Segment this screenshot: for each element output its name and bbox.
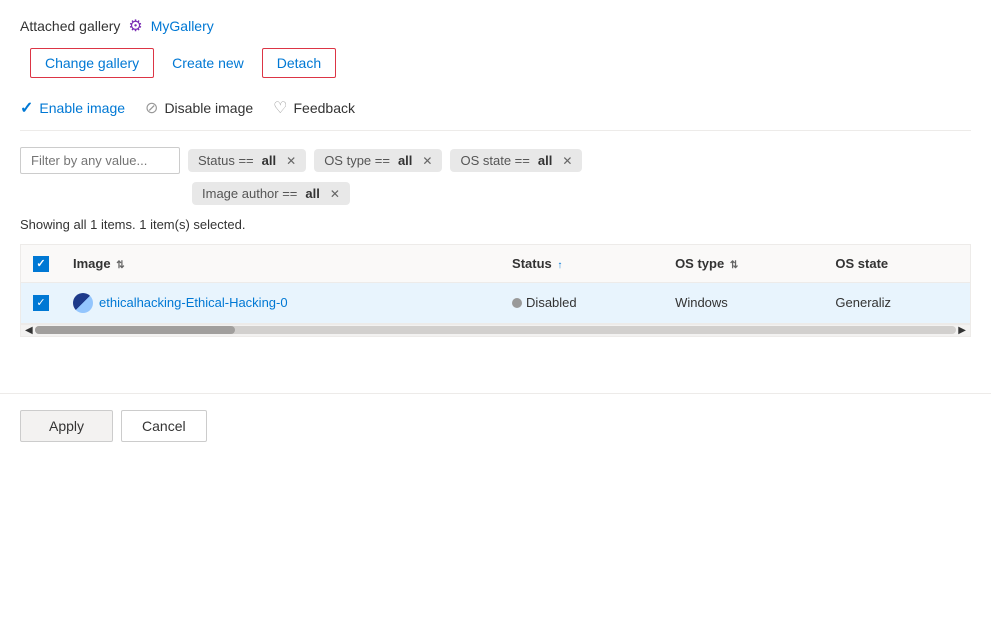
filter-chip-osstate: OS state == all ✕ xyxy=(450,149,582,172)
scrollbar-track[interactable] xyxy=(35,326,957,334)
feedback-label: Feedback xyxy=(294,100,355,116)
chip-status-key: Status == xyxy=(198,153,254,168)
image-link[interactable]: ethicalhacking-Ethical-Hacking-0 xyxy=(73,293,488,313)
row-osstate-value: Generaliz xyxy=(835,295,891,310)
filter-row: Status == all ✕ OS type == all ✕ OS stat… xyxy=(20,147,971,174)
action-buttons-row: Change gallery Create new Detach xyxy=(30,48,971,78)
feedback-button[interactable]: ♡ Feedback xyxy=(273,98,355,118)
apply-button[interactable]: Apply xyxy=(20,410,113,442)
row-checkbox[interactable]: ✓ xyxy=(33,295,49,311)
filter-chip-status: Status == all ✕ xyxy=(188,149,306,172)
image-table: ✓ Image ⇅ Status ↑ OS type ⇅ xyxy=(21,245,970,324)
enable-image-label: Enable image xyxy=(39,100,125,116)
row-osstate-cell: Generaliz xyxy=(823,282,970,323)
table-col-ostype: OS type ⇅ xyxy=(663,245,823,282)
change-gallery-button[interactable]: Change gallery xyxy=(30,48,154,78)
row-image-cell: ethicalhacking-Ethical-Hacking-0 xyxy=(61,282,500,323)
col-image-sort-icon[interactable]: ⇅ xyxy=(116,260,124,271)
gallery-gear-icon: ⚙ xyxy=(128,16,142,36)
disable-image-label: Disable image xyxy=(164,100,253,116)
cancel-button[interactable]: Cancel xyxy=(121,410,207,442)
status-cell: Disabled xyxy=(512,295,651,310)
status-dot-icon xyxy=(512,298,522,308)
chip-ostype-val: all xyxy=(398,153,412,168)
scroll-right-arrow[interactable]: ▶ xyxy=(956,325,968,336)
filter-row-2: Image author == all ✕ xyxy=(192,182,971,205)
chip-status-val: all xyxy=(262,153,276,168)
col-status-sort-icon[interactable]: ↑ xyxy=(557,260,562,271)
table-header-checkbox[interactable]: ✓ xyxy=(21,245,61,282)
col-osstate-label: OS state xyxy=(835,256,888,271)
col-image-label: Image xyxy=(73,256,111,271)
scrollbar-thumb[interactable] xyxy=(35,326,235,334)
table-col-status: Status ↑ xyxy=(500,245,663,282)
scroll-left-arrow[interactable]: ◀ xyxy=(23,325,35,336)
attached-gallery-label: Attached gallery xyxy=(20,18,120,34)
image-name: ethicalhacking-Ethical-Hacking-0 xyxy=(99,295,288,310)
horizontal-scrollbar[interactable]: ◀ ▶ xyxy=(21,324,970,336)
table-col-osstate: OS state xyxy=(823,245,970,282)
filter-chip-ostype: OS type == all ✕ xyxy=(314,149,442,172)
heart-icon: ♡ xyxy=(273,98,287,118)
attached-gallery-row: Attached gallery ⚙ MyGallery xyxy=(20,16,971,36)
row-ostype-cell: Windows xyxy=(663,282,823,323)
filter-input[interactable] xyxy=(20,147,180,174)
filter-chip-imageauthor: Image author == all ✕ xyxy=(192,182,350,205)
image-table-wrapper: ✓ Image ⇅ Status ↑ OS type ⇅ xyxy=(20,244,971,337)
count-text: Showing all 1 items. 1 item(s) selected. xyxy=(20,217,971,232)
disable-image-button[interactable]: ⊘ Disable image xyxy=(145,98,253,118)
chip-ostype-close[interactable]: ✕ xyxy=(422,154,432,168)
enable-image-button[interactable]: ✓ Enable image xyxy=(20,98,125,118)
table-header-row: ✓ Image ⇅ Status ↑ OS type ⇅ xyxy=(21,245,970,282)
disable-icon: ⊘ xyxy=(145,98,158,118)
chip-osstate-val: all xyxy=(538,153,552,168)
check-icon: ✓ xyxy=(20,98,33,118)
header-checkbox[interactable]: ✓ xyxy=(33,256,49,272)
chip-author-key: Image author == xyxy=(202,186,297,201)
gallery-name-link[interactable]: MyGallery xyxy=(151,18,214,34)
table-col-image: Image ⇅ xyxy=(61,245,500,282)
row-status-cell: Disabled xyxy=(500,282,663,323)
row-ostype-value: Windows xyxy=(675,295,728,310)
chip-author-val: all xyxy=(305,186,319,201)
table-row: ✓ ethicalhacking-Ethical-Hacking-0 Disab… xyxy=(21,282,970,323)
image-icon xyxy=(73,293,93,313)
chip-author-close[interactable]: ✕ xyxy=(330,187,340,201)
chip-osstate-close[interactable]: ✕ xyxy=(562,154,572,168)
row-status-value: Disabled xyxy=(526,295,577,310)
chip-ostype-key: OS type == xyxy=(324,153,390,168)
bottom-actions: Apply Cancel xyxy=(0,393,991,442)
chip-osstate-key: OS state == xyxy=(460,153,529,168)
row-checkbox-cell[interactable]: ✓ xyxy=(21,282,61,323)
col-status-label: Status xyxy=(512,256,552,271)
col-ostype-label: OS type xyxy=(675,256,724,271)
chip-status-close[interactable]: ✕ xyxy=(286,154,296,168)
create-new-button[interactable]: Create new xyxy=(158,49,258,77)
col-ostype-sort-icon[interactable]: ⇅ xyxy=(730,260,738,271)
toolbar-row: ✓ Enable image ⊘ Disable image ♡ Feedbac… xyxy=(20,98,971,131)
detach-button[interactable]: Detach xyxy=(262,48,336,78)
